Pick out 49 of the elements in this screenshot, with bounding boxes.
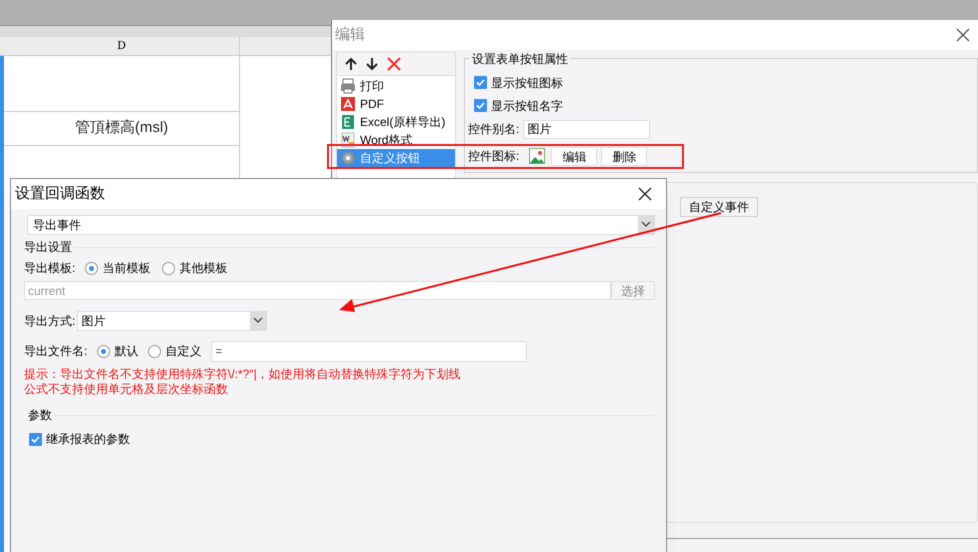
list-item[interactable]: 打印 (337, 77, 455, 95)
checkbox-label: 显示按钮名字 (491, 98, 563, 114)
field-label: 导出模板: (24, 260, 76, 277)
pdf-icon (340, 96, 356, 112)
group-title: 设置表单按钮属性 (470, 50, 570, 68)
window-title: 设置回调函数 (15, 184, 105, 204)
hint-text: 提示：导出文件名不支持使用特殊字符\/:*?"|，如使用将自动替换特殊字符为下划线 (24, 367, 462, 382)
radio-button[interactable] (97, 344, 110, 358)
down-arrow-icon[interactable] (366, 57, 378, 71)
checkbox[interactable] (474, 99, 487, 112)
radio-label: 其他模板 (179, 260, 228, 277)
input-field[interactable]: 图片 (523, 120, 650, 138)
input-field[interactable]: = (211, 340, 528, 362)
close-icon[interactable] (956, 28, 970, 42)
dropdown[interactable]: 导出事件 (27, 215, 655, 235)
delete-icon[interactable] (387, 57, 401, 71)
field-label: 导出文件名: (24, 343, 88, 360)
section-title: 参数 (28, 407, 52, 424)
field-label: 导出方式: (24, 312, 76, 330)
window-title: 编辑 (335, 24, 365, 45)
dropdown[interactable]: 图片 (77, 310, 268, 330)
caret-icon (250, 312, 266, 330)
radio-button[interactable] (85, 262, 98, 274)
radio-button[interactable] (148, 344, 162, 358)
input-field[interactable]: current (24, 281, 611, 300)
field-label: 控件图标: (468, 148, 520, 165)
checkbox-label: 显示按钮图标 (491, 74, 563, 92)
gear-icon (340, 150, 356, 166)
close-icon[interactable] (638, 187, 652, 201)
section-title: 导出设置 (24, 239, 72, 256)
radio-label: 当前模板 (102, 260, 150, 277)
image-icon (529, 148, 546, 164)
list-item[interactable]: Excel(原样导出) (337, 113, 455, 131)
hint-text: 公式不支持使用单元格及层次坐标函数 (24, 382, 229, 397)
spreadsheet-icon (340, 114, 356, 130)
list-item[interactable]: PDF (337, 95, 455, 113)
button[interactable]: 编辑 (551, 146, 598, 166)
checkbox[interactable] (474, 76, 487, 89)
radio-label: 自定义 (165, 343, 202, 360)
table-cell-text: 管頂標高(msl) (74, 118, 168, 138)
radio-label: 默认 (114, 343, 138, 360)
checkbox-label: 继承报表的参数 (46, 431, 130, 448)
caret-icon (638, 216, 654, 234)
checkbox[interactable] (29, 432, 42, 446)
field-label: 控件别名: (468, 121, 520, 138)
radio-button[interactable] (162, 262, 176, 274)
button[interactable]: 删除 (601, 146, 648, 166)
button[interactable]: 自定义事件 (680, 197, 758, 217)
up-arrow-icon[interactable] (345, 57, 357, 71)
